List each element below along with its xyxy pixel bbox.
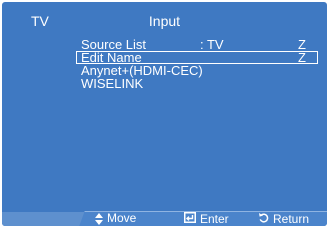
- up-down-icon: [95, 212, 103, 225]
- menu-item-label: WISELINK: [81, 76, 144, 91]
- footer-bar: Move Enter Return: [2, 211, 327, 226]
- hint-move: Move: [95, 212, 136, 225]
- hint-move-label: Move: [107, 211, 137, 225]
- input-menu: Source List : TV Z Edit Name Z Anynet+(H…: [76, 38, 318, 90]
- return-icon: [258, 212, 269, 226]
- menu-item-wiselink[interactable]: WISELINK: [76, 77, 318, 90]
- hint-enter-label: Enter: [200, 211, 229, 226]
- osd-screen: TV Input Source List : TV Z Edit Name Z …: [2, 2, 327, 226]
- submenu-arrow-icon: Z: [298, 50, 306, 65]
- menu-item-value: : TV: [200, 37, 224, 52]
- enter-icon: [184, 212, 196, 226]
- hint-enter: Enter: [184, 212, 229, 226]
- hint-return: Return: [258, 212, 309, 226]
- footer-left-panel: [2, 212, 86, 226]
- page-title: Input: [148, 13, 181, 29]
- hint-return-label: Return: [273, 211, 310, 226]
